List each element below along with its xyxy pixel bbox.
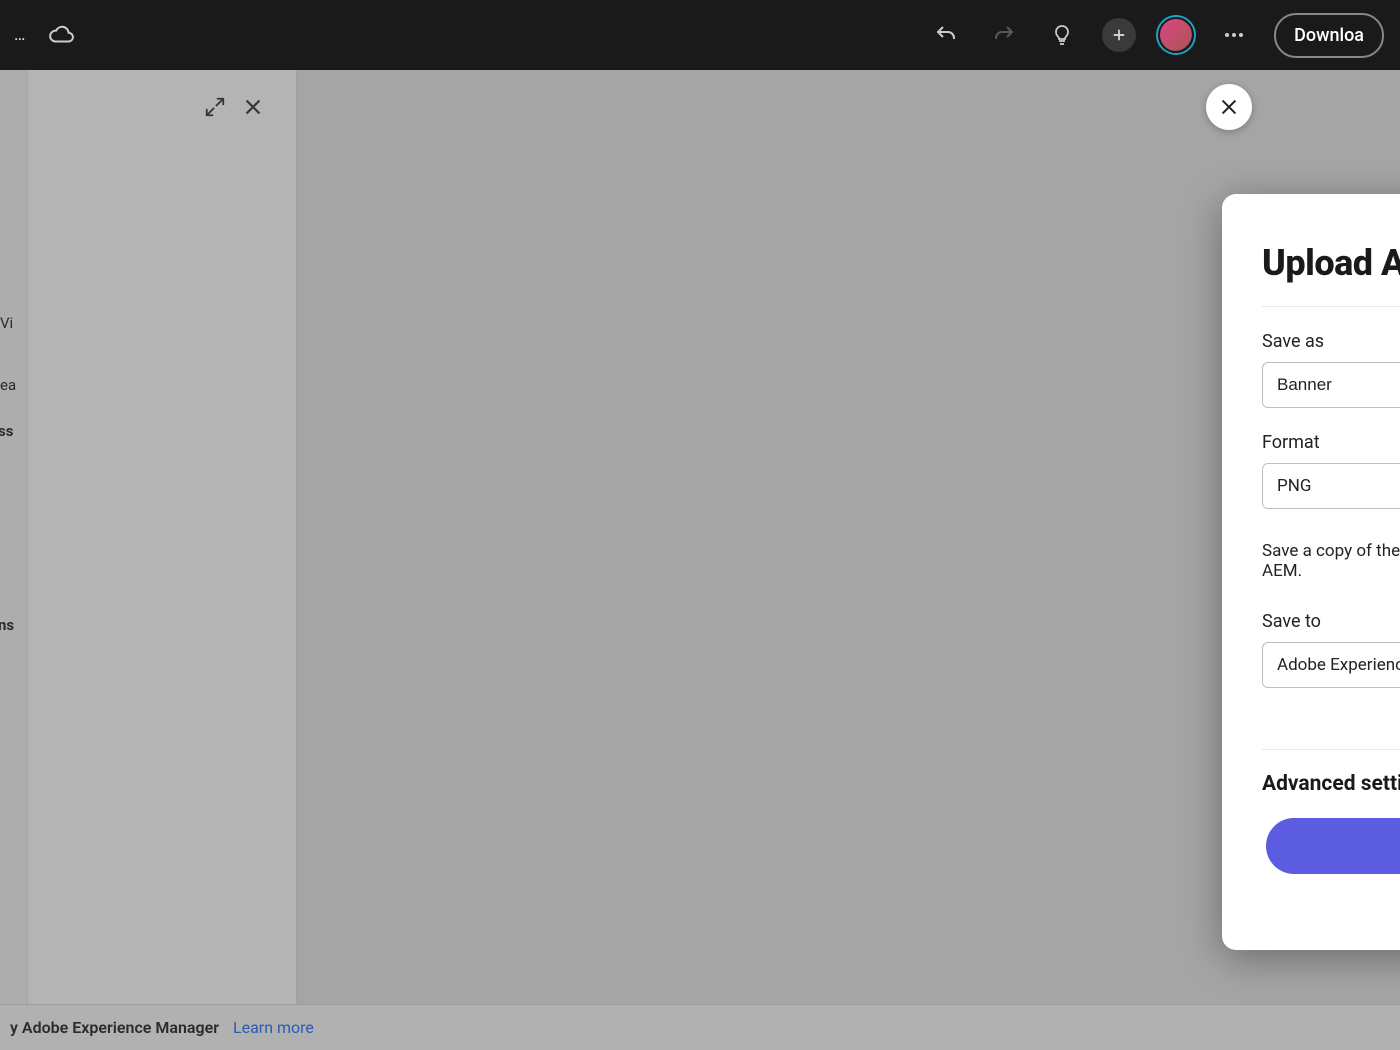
modal-title: Upload Assets (1262, 242, 1400, 284)
save-as-label: Save as (1262, 331, 1400, 352)
app-header: … Downloa (0, 0, 1400, 70)
editable-copy-label: Save a copy of the editable link (Adobe … (1262, 541, 1400, 581)
save-to-value: Adobe Experience Manager / Banner with d… (1277, 655, 1400, 675)
upload-button[interactable]: Upload to AEM (1266, 818, 1400, 874)
save-as-input[interactable] (1262, 362, 1400, 408)
upload-assets-modal: Upload Assets Save as Format PNG Size 2X (1222, 194, 1400, 950)
more-icon[interactable] (1216, 17, 1252, 53)
save-to-select[interactable]: Adobe Experience Manager / Banner with d… (1262, 642, 1400, 688)
download-label: Downloa (1294, 25, 1364, 46)
user-avatar[interactable] (1158, 17, 1194, 53)
save-to-label: Save to (1262, 611, 1400, 632)
format-label: Format (1262, 432, 1400, 453)
undo-icon[interactable] (928, 17, 964, 53)
advanced-settings-toggle[interactable]: Advanced settings (1262, 772, 1400, 796)
redo-icon[interactable] (986, 17, 1022, 53)
format-select[interactable]: PNG (1262, 463, 1400, 509)
advanced-settings-label: Advanced settings (1262, 772, 1400, 796)
download-button[interactable]: Downloa (1274, 13, 1384, 58)
modal-overlay (0, 70, 1400, 1050)
add-button[interactable] (1102, 18, 1136, 52)
format-value: PNG (1277, 476, 1311, 496)
divider (1262, 306, 1400, 307)
modal-form: Upload Assets Save as Format PNG Size 2X (1222, 194, 1400, 950)
modal-close-button[interactable]: Upload Assets Save as Format PNG Size 2X (1206, 84, 1252, 130)
lightbulb-icon[interactable] (1044, 17, 1080, 53)
cloud-icon[interactable] (43, 17, 79, 53)
header-ellipsis: … (14, 25, 25, 45)
divider (1262, 749, 1400, 750)
